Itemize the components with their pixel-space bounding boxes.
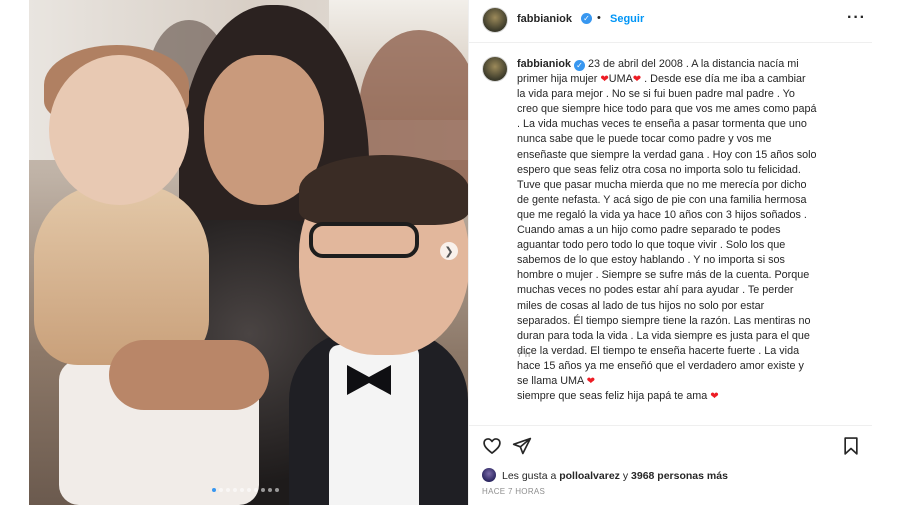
paper-plane-icon[interactable] (512, 436, 532, 456)
post-photo[interactable]: ❯ (29, 0, 468, 505)
verified-badge-icon: ✓ (574, 60, 585, 72)
header-separator: • (597, 12, 601, 24)
likes-count[interactable]: 3968 personas más (631, 470, 728, 482)
caption-time: 7 h (517, 349, 531, 360)
carousel-dot[interactable] (226, 488, 230, 492)
heart-emoji-icon: ❤ (600, 74, 609, 86)
heart-emoji-icon: ❤ (710, 391, 719, 403)
carousel-dot[interactable] (254, 488, 258, 492)
likes-joiner: y (619, 470, 632, 482)
carousel-dots (212, 488, 279, 492)
caption-author-avatar[interactable] (482, 56, 508, 82)
bookmark-icon[interactable] (841, 436, 861, 456)
likes-text[interactable]: Les gusta a polloalvarez y 3968 personas… (502, 470, 728, 482)
caption-text-2: . Desde ese día me iba a cambiar la vida… (517, 73, 817, 387)
carousel-dot[interactable] (240, 488, 244, 492)
caption-username[interactable]: fabbianiok (517, 58, 571, 70)
verified-badge-icon: ✓ (581, 13, 592, 24)
carousel-dot[interactable] (212, 488, 216, 492)
photo-boy-shirt (329, 345, 419, 505)
post-caption: fabbianiok ✓ 23 de abril del 2008 . A la… (517, 57, 817, 404)
author-avatar[interactable] (482, 7, 508, 33)
photo-baby-face (49, 55, 189, 205)
carousel-dot[interactable] (233, 488, 237, 492)
chevron-right-icon[interactable]: ❯ (440, 242, 458, 260)
heart-outline-icon[interactable] (482, 436, 502, 456)
carousel-dot[interactable] (261, 488, 265, 492)
photo-boy-glasses (309, 222, 419, 258)
liker-avatar[interactable] (482, 468, 496, 482)
photo-mother-arm (109, 340, 269, 410)
carousel-dot[interactable] (268, 488, 272, 492)
photo-baby-dress (34, 185, 209, 365)
likes-prefix: Les gusta a (502, 470, 560, 482)
post-header: fabbianiok ✓ • Seguir ··· (469, 0, 872, 43)
post-timestamp: HACE 7 HORAS (482, 487, 546, 496)
likes-summary: Les gusta a polloalvarez y 3968 personas… (469, 466, 872, 484)
carousel-dot[interactable] (247, 488, 251, 492)
comments-area: fabbianiok ✓ 23 de abril del 2008 . A la… (469, 43, 872, 425)
caption-text-uma: UMA (608, 73, 633, 86)
carousel-dot[interactable] (275, 488, 279, 492)
author-username[interactable]: fabbianiok (517, 13, 572, 25)
instagram-post: ❯ fabbianiok ✓ • Seguir ··· fabbianiok ✓… (29, 0, 872, 505)
more-horizontal-icon[interactable]: ··· (847, 9, 866, 27)
photo-boy-hair (299, 155, 468, 225)
action-bar (469, 425, 872, 463)
caption-text-3: siempre que seas feliz hija papá te ama (517, 390, 711, 403)
follow-button[interactable]: Seguir (610, 13, 644, 25)
liker-username[interactable]: polloalvarez (559, 470, 620, 482)
post-side-panel: fabbianiok ✓ • Seguir ··· fabbianiok ✓ 2… (468, 0, 872, 505)
heart-emoji-icon: ❤ (586, 375, 595, 387)
carousel-dot[interactable] (219, 488, 223, 492)
heart-emoji-icon: ❤ (632, 74, 642, 86)
